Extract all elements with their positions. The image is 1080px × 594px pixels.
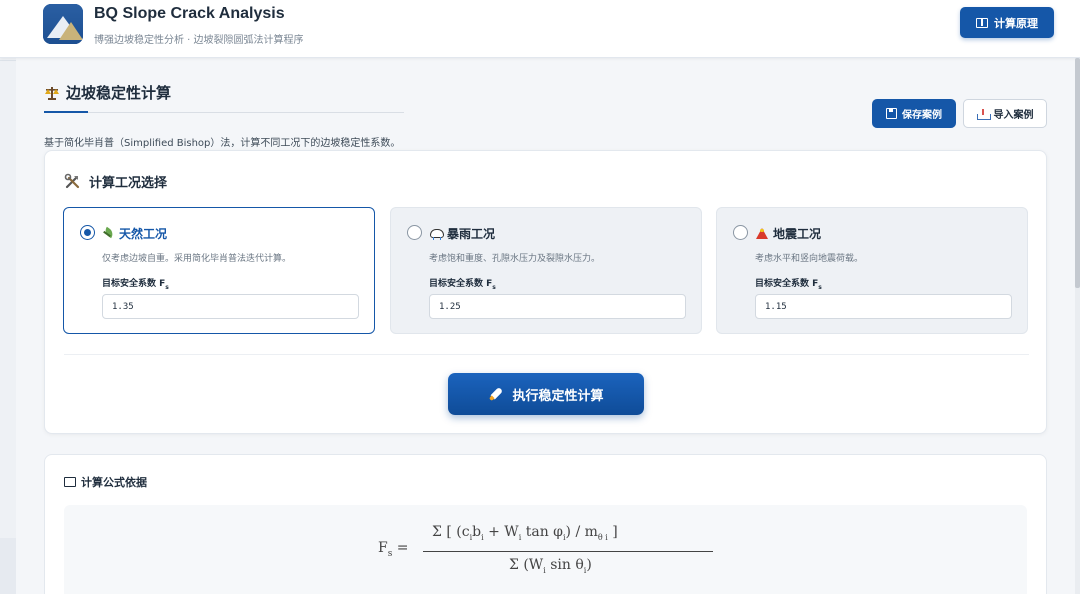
- volcano-icon: [755, 227, 769, 240]
- condition-natural-header: 天然工况: [102, 225, 167, 242]
- floppy-disk-icon: [886, 108, 897, 119]
- formula-fraction-bar: [423, 551, 713, 552]
- card-divider: [64, 354, 1029, 355]
- rocket-icon: [485, 383, 508, 406]
- formula-denominator: Σ (Wi sin θi): [509, 557, 592, 575]
- balance-scale-icon: [45, 86, 59, 100]
- title-divider: [44, 112, 404, 113]
- condition-earthquake-label: 地震工况: [773, 227, 822, 241]
- app-title: BQ Slope Crack Analysis: [94, 5, 285, 22]
- app-subtitle: 博强边坡稳定性分析 · 边坡裂隙圆弧法计算程序: [94, 35, 304, 46]
- title-divider-accent: [44, 111, 88, 113]
- condition-earthquake[interactable]: 地震工况 考虑水平和竖向地震荷载。 目标安全系数 Fs: [716, 207, 1028, 334]
- section-title-text: 边坡稳定性计算: [66, 84, 172, 102]
- condition-natural[interactable]: 天然工况 仅考虑边坡自重。采用简化毕肖普法迭代计算。 目标安全系数 Fs: [63, 207, 375, 334]
- formula-title-text: 计算公式依据: [81, 476, 147, 489]
- book-icon: [976, 17, 988, 28]
- target-fs-label: 目标安全系数 Fs: [429, 279, 496, 291]
- theory-button[interactable]: 计算原理: [960, 7, 1054, 38]
- save-case-label: 保存案例: [902, 110, 942, 121]
- radio-earthquake[interactable]: [733, 225, 748, 240]
- target-fs-label: 目标安全系数 Fs: [102, 279, 169, 291]
- leaf-icon: [102, 228, 115, 240]
- section-title: 边坡稳定性计算: [44, 82, 171, 103]
- scrollbar-thumb[interactable]: [1075, 58, 1080, 288]
- execute-calculation-label: 执行稳定性计算: [512, 388, 604, 404]
- app-logo: [43, 4, 83, 44]
- method-description: 基于简化毕肖普（Simplified Bishop）法，计算不同工况下的边坡稳定…: [44, 138, 401, 149]
- condition-natural-desc: 仅考虑边坡自重。采用简化毕肖普法迭代计算。: [102, 254, 292, 264]
- condition-rainstorm-label: 暴雨工况: [447, 227, 496, 241]
- formula-numerator: Σ [ (cibi + Wi tan φi) / mθ i ]: [432, 524, 618, 542]
- radio-natural[interactable]: [80, 225, 95, 240]
- conditions-title-text: 计算工况选择: [89, 176, 168, 191]
- formula-title: 计算公式依据: [64, 474, 147, 490]
- condition-rainstorm-desc: 考虑饱和重度、孔隙水压力及裂隙水压力。: [429, 254, 601, 264]
- target-fs-label: 目标安全系数 Fs: [755, 279, 822, 291]
- condition-earthquake-header: 地震工况: [755, 225, 821, 242]
- formula-display: [64, 505, 1027, 594]
- radio-rainstorm[interactable]: [407, 225, 422, 240]
- save-case-button[interactable]: 保存案例: [872, 99, 956, 128]
- execute-calculation-button[interactable]: 执行稳定性计算: [448, 373, 644, 415]
- hammer-wrench-icon: [64, 173, 80, 189]
- condition-rainstorm[interactable]: 暴雨工况 考虑饱和重度、孔隙水压力及裂隙水压力。 目标安全系数 Fs: [390, 207, 702, 334]
- target-fs-input-rainstorm[interactable]: [429, 294, 686, 319]
- target-fs-input-earthquake[interactable]: [755, 294, 1012, 319]
- inbox-tray-icon: [976, 108, 991, 120]
- import-case-button[interactable]: 导入案例: [963, 99, 1047, 128]
- theory-button-label: 计算原理: [994, 16, 1038, 30]
- condition-rainstorm-header: 暴雨工况: [429, 225, 495, 242]
- condition-earthquake-desc: 考虑水平和竖向地震荷载。: [755, 254, 864, 264]
- condition-natural-label: 天然工况: [119, 227, 168, 241]
- left-sidebar-strip: [0, 58, 16, 594]
- target-fs-input-natural[interactable]: [102, 294, 359, 319]
- book-icon: [64, 477, 76, 487]
- conditions-title: 计算工况选择: [64, 172, 167, 191]
- formula-lhs: Fs =: [378, 540, 409, 559]
- app-header: BQ Slope Crack Analysis 博强边坡稳定性分析 · 边坡裂隙…: [0, 0, 1080, 58]
- import-case-label: 导入案例: [993, 110, 1034, 121]
- rain-cloud-icon: [429, 228, 444, 240]
